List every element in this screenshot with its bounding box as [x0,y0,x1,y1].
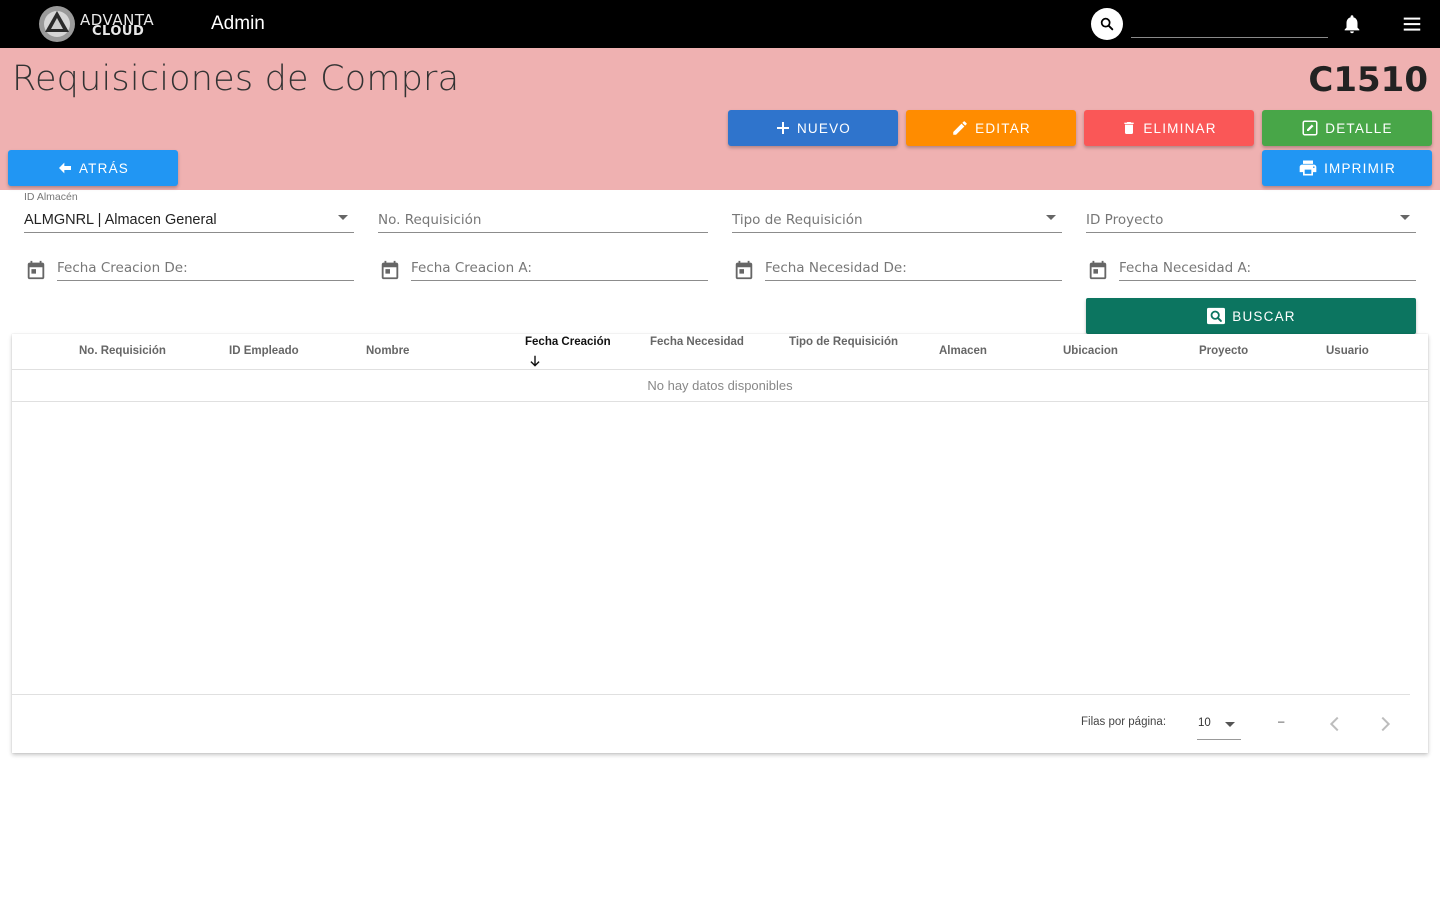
calendar-icon[interactable] [25,259,47,281]
needed-to-date-placeholder: Fecha Necesidad A: [1119,260,1252,276]
created-from-date-placeholder: Fecha Creacion De: [57,260,188,276]
section-title: Admin [211,13,265,34]
printer-icon [1299,160,1317,176]
requisitions-table: No. Requisición ID Empleado Nombre Fecha… [12,334,1428,753]
requisition-number-placeholder: No. Requisición [378,212,482,228]
edit-box-icon [1302,120,1318,136]
created-to-date-placeholder: Fecha Creacion A: [411,260,532,276]
page-title: Requisiciones de Compra [12,59,460,99]
chevron-down-icon [1400,215,1410,220]
warehouse-select[interactable]: ID Almacén ALMGNRL | Almacen General [24,191,354,233]
logo-emblem-icon [39,6,75,42]
print-button[interactable]: IMPRIMIR [1262,150,1432,186]
chevron-left-icon[interactable] [1324,713,1346,735]
pencil-icon [953,121,967,135]
print-button-label: IMPRIMIR [1324,160,1396,176]
chevron-down-icon [338,215,348,220]
project-select[interactable]: ID Proyecto [1086,205,1416,233]
created-to-date-field[interactable]: Fecha Creacion A: [411,253,708,281]
search-box-icon [1207,307,1226,325]
created-from-date-field[interactable]: Fecha Creacion De: [57,253,354,281]
calendar-icon[interactable] [379,259,401,281]
menu-icon[interactable] [1401,13,1423,35]
edit-button[interactable]: EDITAR [906,110,1076,146]
arrow-down-icon[interactable] [528,354,542,368]
detail-button[interactable]: DETALLE [1262,110,1432,146]
rows-per-page-value: 10 [1198,717,1211,729]
bell-icon[interactable] [1341,12,1363,36]
requisition-type-select[interactable]: Tipo de Requisición [732,205,1062,233]
new-button[interactable]: NUEVO [728,110,898,146]
column-header-usuario[interactable]: Usuario [1326,345,1369,357]
back-button[interactable]: ATRÁS [8,150,178,186]
advanta-cloud-logo[interactable]: ADVANTA CLOUD [36,4,160,44]
chevron-down-icon [1046,215,1056,220]
chevron-down-icon [1225,722,1235,727]
search-submit-label: BUSCAR [1232,308,1296,324]
new-button-label: NUEVO [796,120,851,136]
rows-per-page-select[interactable]: 10 [1197,712,1241,740]
requisition-type-placeholder: Tipo de Requisición [732,212,863,228]
requisition-number-field[interactable]: No. Requisición [378,205,708,233]
needed-to-date-field[interactable]: Fecha Necesidad A: [1119,253,1416,281]
table-header: No. Requisición ID Empleado Nombre Fecha… [12,334,1428,370]
calendar-icon[interactable] [733,259,755,281]
back-button-label: ATRÁS [78,160,129,176]
column-header-ubicacion[interactable]: Ubicacion [1063,345,1118,357]
detail-button-label: DETALLE [1325,120,1393,136]
pagination-range: – [1278,716,1285,728]
global-search-input[interactable] [1131,10,1328,38]
column-header-nombre[interactable]: Nombre [366,345,409,357]
search-submit-button[interactable]: BUSCAR [1086,298,1416,334]
page-header: Requisiciones de Compra C1510 NUEVO EDIT… [0,48,1440,190]
column-header-id-empleado[interactable]: ID Empleado [229,345,299,357]
plus-icon [776,122,789,134]
top-app-bar: ADVANTA CLOUD Admin [0,0,1440,48]
warehouse-select-value: ALMGNRL | Almacen General [24,212,217,228]
rows-per-page-label: Filas por página: [1081,716,1167,728]
arrow-left-icon [58,162,71,174]
logo-text-bottom: CLOUD [92,24,145,39]
column-header-fecha-creacion[interactable]: Fecha Creación [525,336,611,348]
project-placeholder: ID Proyecto [1086,212,1164,228]
column-header-proyecto[interactable]: Proyecto [1199,345,1248,357]
search-icon [1100,17,1114,31]
empty-table-message: No hay datos disponibles [12,370,1428,402]
column-header-tipo-requisicion[interactable]: Tipo de Requisición [789,336,898,348]
screen-code: C1510 [1308,60,1428,100]
search-button[interactable] [1091,8,1123,40]
calendar-icon[interactable] [1087,259,1109,281]
edit-button-label: EDITAR [975,120,1031,136]
delete-button[interactable]: ELIMINAR [1084,110,1254,146]
column-header-almacen[interactable]: Almacen [939,345,987,357]
column-header-fecha-necesidad[interactable]: Fecha Necesidad [650,336,744,348]
delete-button-label: ELIMINAR [1143,120,1217,136]
needed-from-date-placeholder: Fecha Necesidad De: [765,260,907,276]
table-footer-divider [12,694,1410,695]
trash-icon [1124,122,1134,134]
warehouse-select-label: ID Almacén [24,191,78,203]
needed-from-date-field[interactable]: Fecha Necesidad De: [765,253,1062,281]
chevron-right-icon[interactable] [1374,713,1396,735]
column-header-no-requisicion[interactable]: No. Requisición [79,345,166,357]
